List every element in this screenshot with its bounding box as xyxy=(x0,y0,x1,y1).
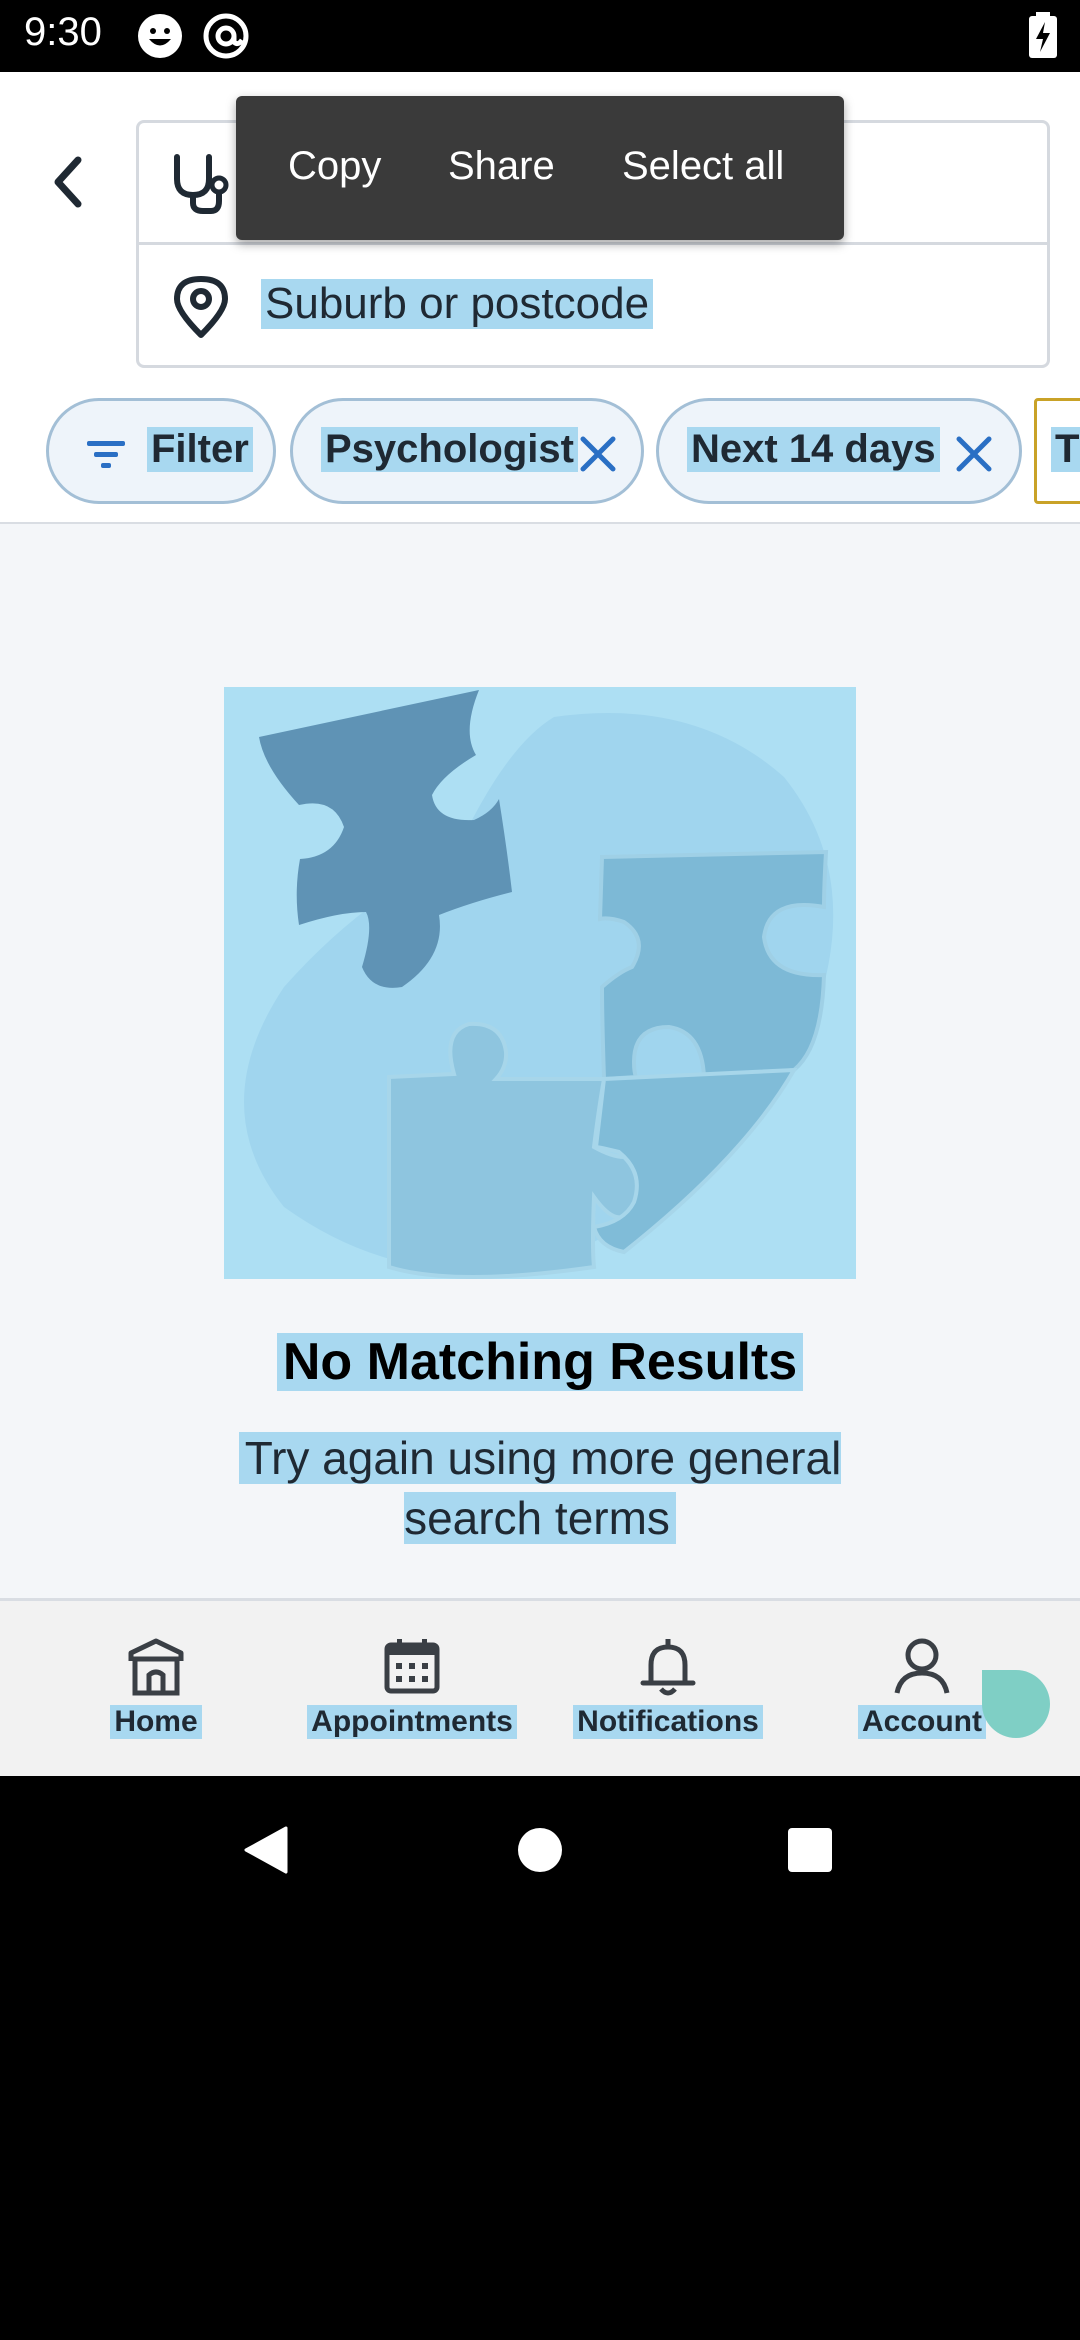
filter-chips: Filter Psychologist Next 14 days T xyxy=(0,398,1080,508)
select-all-menu-item[interactable]: Select all xyxy=(622,144,784,189)
map-pin-icon xyxy=(174,276,228,338)
nav-notifications-label: Notifications xyxy=(573,1705,763,1739)
psychologist-chip-label: Psychologist xyxy=(321,427,578,472)
person-icon xyxy=(894,1638,950,1694)
partial-chip-label: T xyxy=(1051,427,1080,472)
emoji-face-icon xyxy=(138,14,182,58)
text-selection-menu: Copy Share Select all xyxy=(236,96,844,240)
close-icon[interactable] xyxy=(951,431,997,477)
nav-appointments-label: Appointments xyxy=(307,1705,517,1739)
search-header: Suburb or postcode Copy Share Select all… xyxy=(0,72,1080,524)
puzzle-illustration xyxy=(224,687,856,1279)
stethoscope-icon xyxy=(174,154,229,214)
filter-icon xyxy=(87,441,125,468)
filter-chip-label: Filter xyxy=(147,427,253,472)
system-back-icon[interactable] xyxy=(240,1824,292,1876)
nav-home-label: Home xyxy=(110,1705,202,1739)
nav-account-label: Account xyxy=(858,1705,986,1739)
system-navigation-bar xyxy=(0,1776,1080,1920)
copy-menu-item[interactable]: Copy xyxy=(288,144,381,189)
app-screen: Suburb or postcode Copy Share Select all… xyxy=(0,72,1080,1776)
close-icon[interactable] xyxy=(575,431,621,477)
partial-chip[interactable]: T xyxy=(1034,398,1080,504)
at-sign-icon xyxy=(203,13,249,59)
next-14-days-chip-label: Next 14 days xyxy=(687,427,940,472)
psychologist-chip[interactable]: Psychologist xyxy=(290,398,644,504)
bell-icon xyxy=(640,1639,696,1696)
home-icon xyxy=(128,1638,184,1696)
bottom-navigation: Home Appointments Notifications Account xyxy=(0,1598,1080,1776)
status-time: 9:30 xyxy=(24,10,102,54)
nav-notifications[interactable]: Notifications xyxy=(540,1635,796,1765)
battery-charging-icon xyxy=(1029,12,1057,58)
empty-state-title: No Matching Results xyxy=(0,1332,1080,1392)
system-recents-icon[interactable] xyxy=(784,1824,836,1876)
selection-handle[interactable] xyxy=(982,1670,1050,1738)
nav-appointments[interactable]: Appointments xyxy=(284,1635,540,1765)
filter-chip[interactable]: Filter xyxy=(46,398,276,504)
location-placeholder: Suburb or postcode xyxy=(261,279,654,329)
chevron-left-icon[interactable] xyxy=(40,142,96,222)
location-field[interactable]: Suburb or postcode xyxy=(139,247,1047,369)
status-bar: 9:30 xyxy=(0,0,1080,72)
next-14-days-chip[interactable]: Next 14 days xyxy=(656,398,1022,504)
system-home-icon[interactable] xyxy=(514,1824,566,1876)
calendar-icon xyxy=(384,1639,440,1694)
share-menu-item[interactable]: Share xyxy=(448,144,555,189)
empty-state-subtitle: Try again using more general search term… xyxy=(230,1428,850,1548)
nav-home[interactable]: Home xyxy=(28,1635,284,1765)
